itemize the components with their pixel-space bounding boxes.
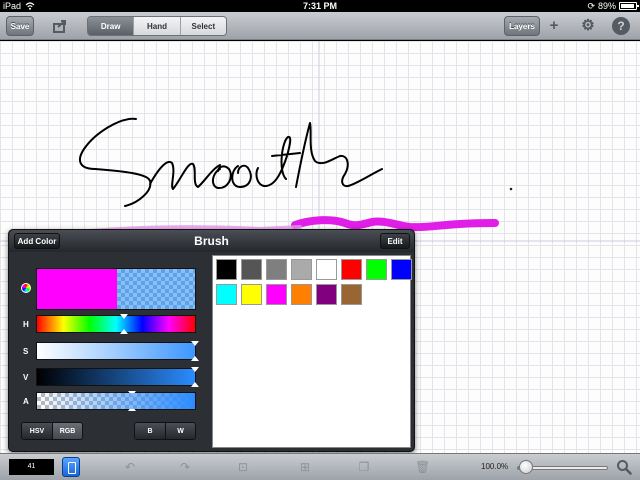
undo-icon[interactable]: ↶ [123, 460, 137, 474]
saturation-slider[interactable] [36, 341, 199, 361]
rgb-mode-button[interactable]: RGB [52, 423, 82, 439]
palette-swatch[interactable] [291, 284, 312, 305]
zoom-level-label: 100.0% [481, 462, 509, 471]
redo-icon[interactable]: ↷ [178, 460, 192, 474]
value-slider-knob-bottom[interactable] [191, 382, 199, 387]
tab-hand[interactable]: Hand [133, 17, 180, 35]
palette-swatch[interactable] [341, 284, 362, 305]
top-toolbar: Save Draw Hand Select Layers + ⚙ ? [0, 12, 640, 40]
crop-icon[interactable]: ⊡ [236, 460, 250, 474]
palette-swatch[interactable] [216, 259, 237, 280]
color-wheel-icon[interactable] [21, 283, 31, 293]
share-icon[interactable] [52, 18, 68, 34]
hue-slider-knob-bottom[interactable] [119, 329, 128, 334]
help-icon[interactable]: ? [612, 17, 630, 35]
palette-swatch[interactable] [266, 259, 287, 280]
bottom-toolbar: 41 ↶ ↷ ⊡ ⊞ ❐ 🗑 100.0% [0, 453, 640, 480]
saturation-slider-knob-bottom[interactable] [191, 356, 199, 361]
current-color-swatch [37, 269, 117, 309]
tab-select[interactable]: Select [179, 17, 226, 35]
value-label: V [23, 373, 29, 382]
value-slider-knob[interactable] [191, 367, 199, 372]
hue-slider-knob[interactable] [119, 314, 128, 319]
black-button[interactable]: B [135, 423, 165, 439]
gear-icon[interactable]: ⚙ [580, 18, 596, 34]
transform-icon[interactable]: ⊞ [298, 460, 312, 474]
layers-button[interactable]: Layers [504, 16, 540, 36]
palette-swatch[interactable] [291, 259, 312, 280]
status-time: 7:31 PM [302, 1, 337, 11]
palette-swatch[interactable] [366, 259, 387, 280]
battery-icon [619, 2, 639, 10]
alpha-label: A [23, 397, 29, 406]
color-mode-segmented-control: HSV RGB [21, 422, 83, 440]
brush-panel: Add Color Brush Edit H S V A HSV RGB B W [8, 229, 415, 452]
value-slider[interactable] [36, 367, 199, 387]
brush-panel-header: Add Color Brush Edit [9, 230, 414, 252]
hue-slider[interactable] [36, 314, 196, 334]
lock-rotation-icon: ⟳ [587, 1, 595, 11]
trash-icon[interactable]: 🗑 [415, 460, 430, 474]
layers-copy-icon[interactable]: ❐ [357, 460, 371, 474]
magenta-brush-stroke [291, 216, 499, 232]
palette-swatch[interactable] [391, 259, 412, 280]
status-bar: iPad 7:31 PM ⟳ 89% [0, 0, 640, 12]
palette-swatch[interactable] [341, 259, 362, 280]
palette-swatch[interactable] [266, 284, 287, 305]
brush-panel-title: Brush [194, 234, 229, 248]
edit-button[interactable]: Edit [380, 233, 410, 249]
black-white-segmented-control: B W [134, 422, 196, 440]
handwriting-stroke [79, 117, 383, 207]
save-button[interactable]: Save [6, 16, 34, 36]
plus-icon[interactable]: + [546, 18, 562, 34]
palette-swatch[interactable] [316, 284, 337, 305]
tab-draw[interactable]: Draw [88, 17, 134, 35]
color-palette [212, 255, 412, 448]
hue-label: H [23, 320, 29, 329]
palette-swatch[interactable] [241, 284, 262, 305]
alpha-slider[interactable] [36, 391, 196, 411]
color-preview [36, 268, 196, 310]
palette-swatch[interactable] [241, 259, 262, 280]
alpha-slider-knob[interactable] [127, 391, 136, 396]
brush-icon[interactable] [62, 457, 80, 477]
zoom-icon[interactable] [616, 459, 632, 475]
alpha-slider-knob-bottom[interactable] [127, 406, 136, 411]
zoom-slider-thumb[interactable] [519, 460, 534, 474]
brush-size-display[interactable]: 41 [9, 459, 54, 475]
hsv-mode-button[interactable]: HSV [22, 423, 52, 439]
saturation-label: S [23, 347, 29, 356]
mode-segmented-control: Draw Hand Select [87, 16, 227, 36]
palette-swatch[interactable] [216, 284, 237, 305]
saturation-slider-knob[interactable] [191, 341, 199, 346]
alpha-preview-swatch [117, 269, 195, 309]
ink-dot [509, 187, 513, 191]
white-button[interactable]: W [165, 423, 195, 439]
palette-swatch[interactable] [316, 259, 337, 280]
battery-percent: 89% [597, 1, 616, 11]
